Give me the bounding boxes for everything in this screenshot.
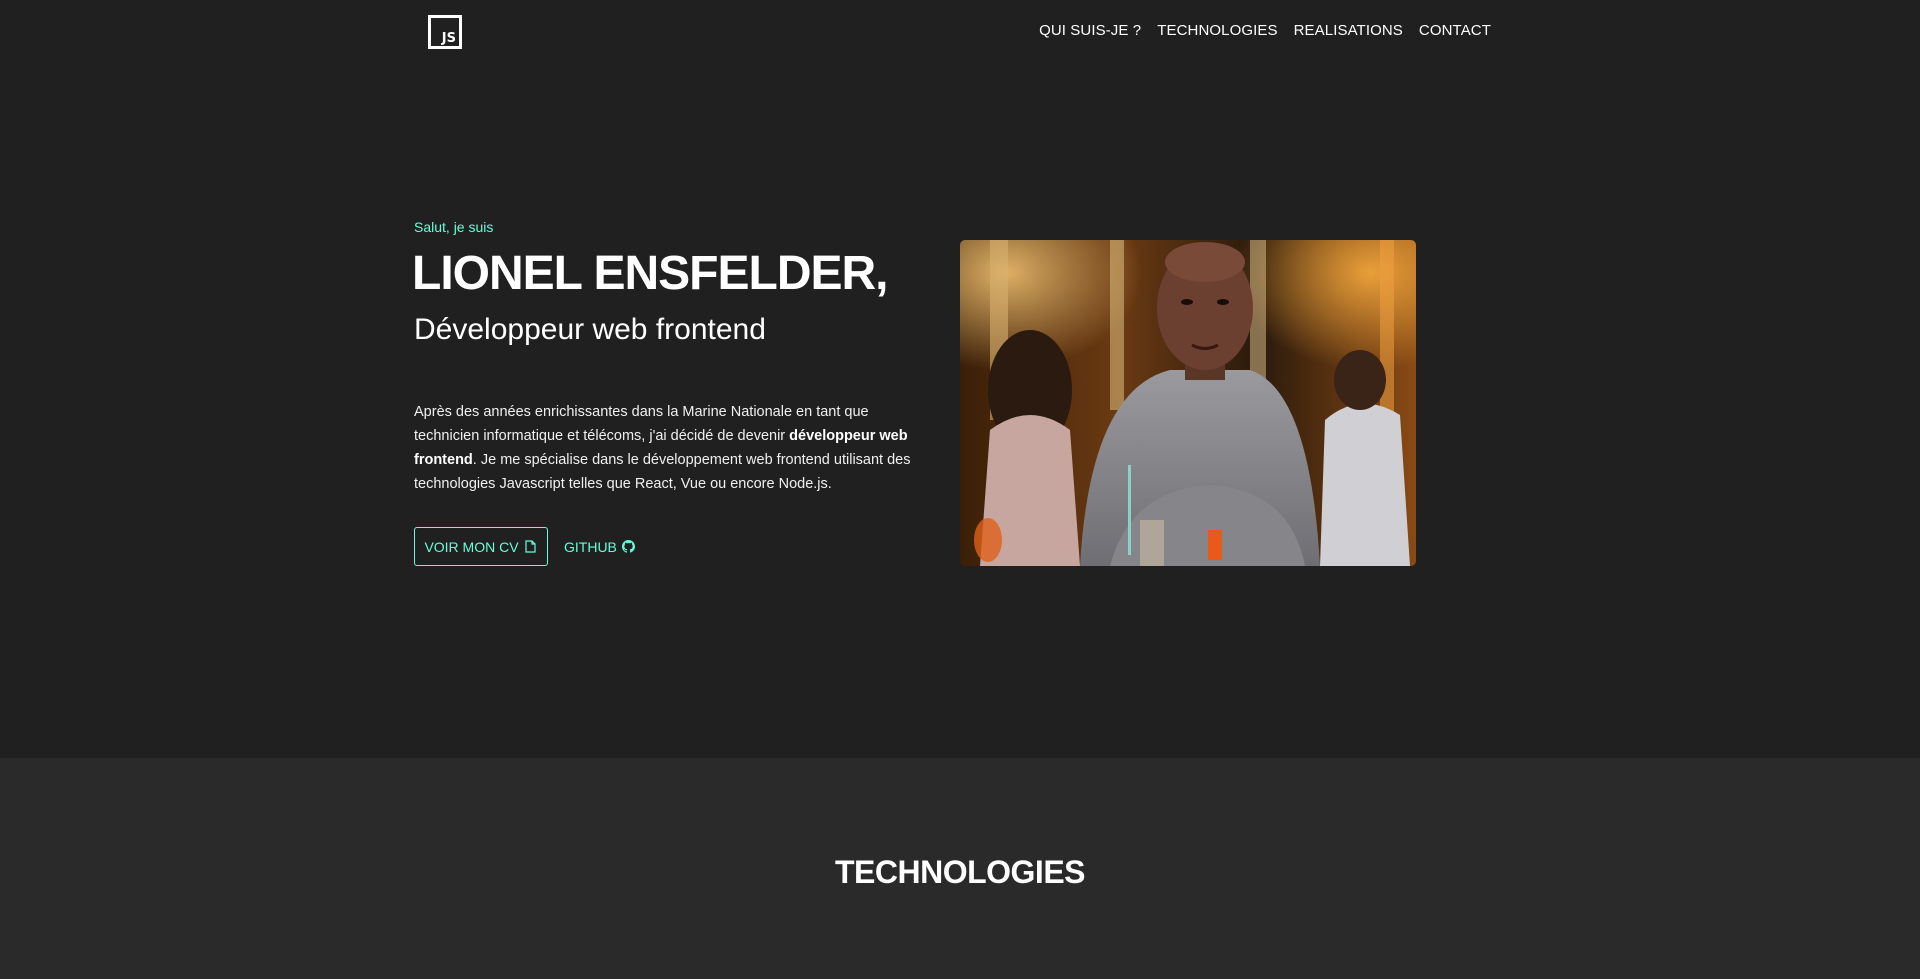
hero-bio: Après des années enrichissantes dans la …: [414, 400, 934, 496]
hero-role: Développeur web frontend: [414, 313, 766, 346]
nav-link-contact[interactable]: CONTACT: [1419, 22, 1491, 39]
hero-name: LIONEL ENSFELDER,: [412, 247, 888, 300]
cv-button-label: VOIR MON CV: [424, 538, 519, 555]
nav-link-realisations[interactable]: REALISATIONS: [1294, 22, 1403, 39]
github-icon: [621, 540, 635, 553]
navbar: JS QUI SUIS-JE ? TECHNOLOGIES REALISATIO…: [0, 0, 1920, 64]
view-cv-button[interactable]: VOIR MON CV: [414, 527, 548, 566]
nav-links: QUI SUIS-JE ? TECHNOLOGIES REALISATIONS …: [1039, 22, 1491, 39]
bio-text-end: . Je me spécialise dans le développement…: [414, 452, 911, 492]
nav-link-about[interactable]: QUI SUIS-JE ?: [1039, 22, 1141, 39]
github-link[interactable]: GITHUB: [564, 527, 635, 566]
github-link-label: GITHUB: [564, 538, 617, 555]
technologies-section: TECHNOLOGIES: [0, 758, 1920, 979]
technologies-title: TECHNOLOGIES: [834, 854, 1086, 890]
greeting-text: Salut, je suis: [414, 219, 494, 235]
js-logo[interactable]: JS: [428, 15, 462, 49]
file-icon: [524, 540, 538, 553]
nav-link-technologies[interactable]: TECHNOLOGIES: [1157, 22, 1277, 39]
profile-photo: [960, 240, 1416, 566]
hero-section: Salut, je suis LIONEL ENSFELDER, Dévelop…: [0, 0, 1920, 758]
